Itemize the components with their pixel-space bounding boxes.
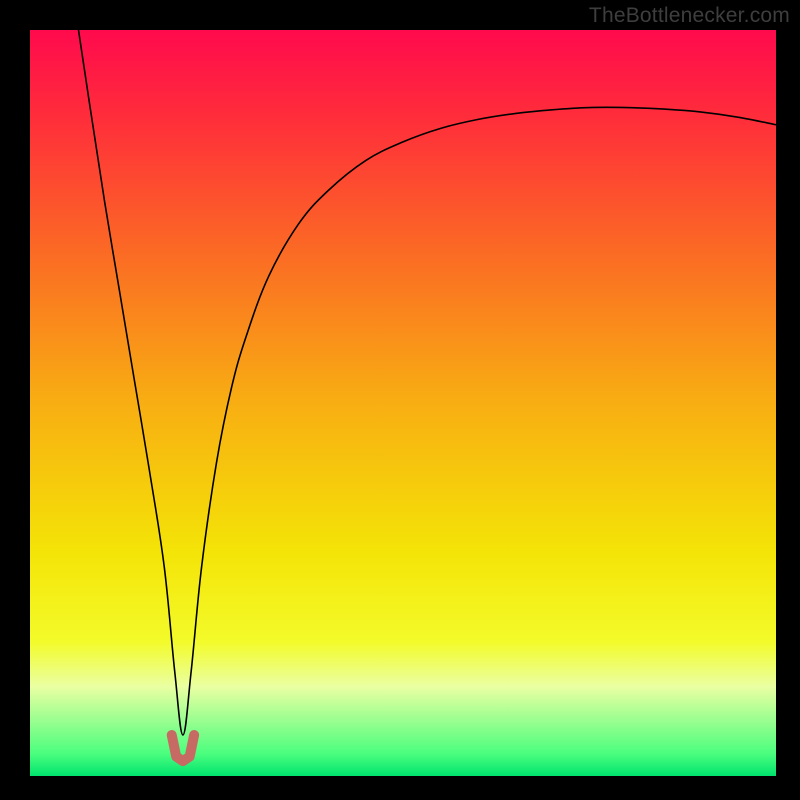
attribution-watermark: TheBottlenecker.com xyxy=(589,4,790,28)
bottleneck-chart xyxy=(0,0,800,800)
chart-container: TheBottlenecker.com xyxy=(0,0,800,800)
